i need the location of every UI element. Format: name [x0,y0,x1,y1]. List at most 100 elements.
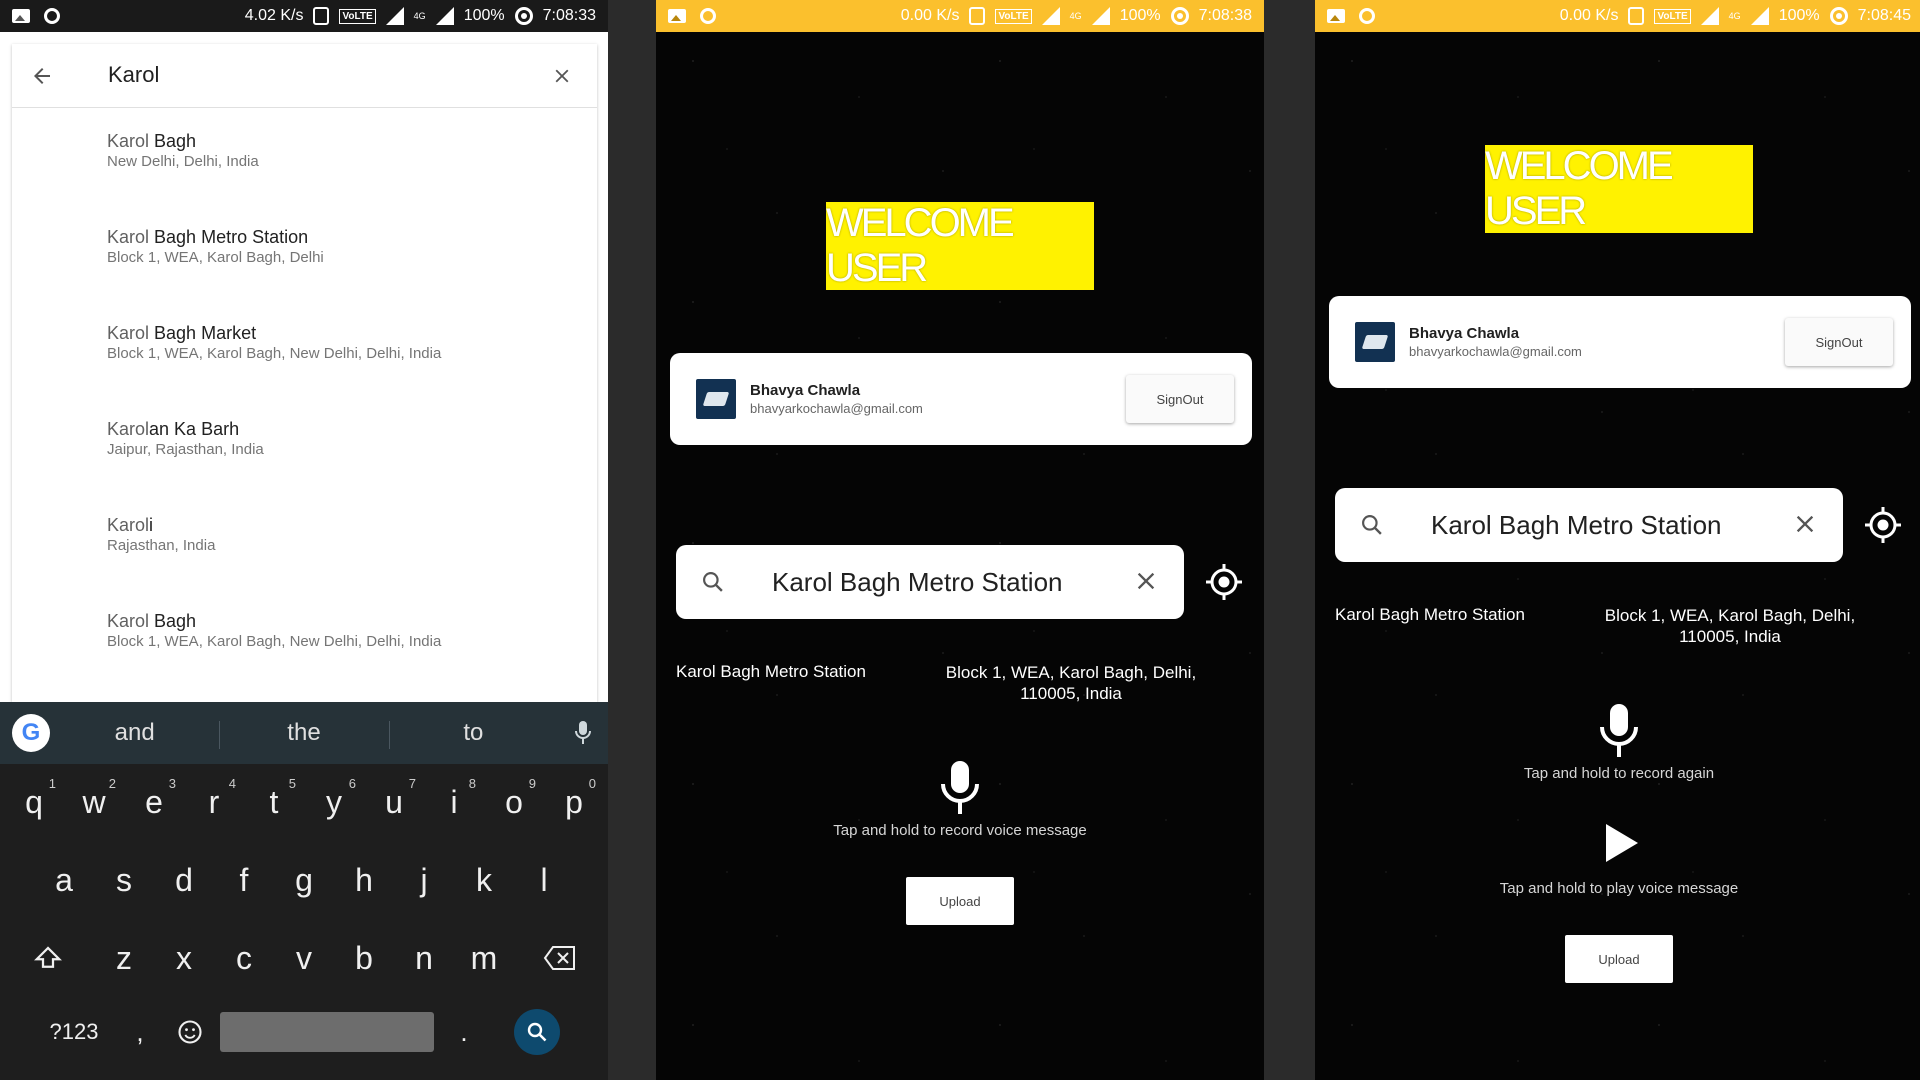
mic-icon[interactable] [1597,703,1641,759]
vibrate-icon [969,7,986,25]
status-bar: 0.00 K/s VoLTE 4G 100% 7:08:38 [656,0,1264,32]
space-key[interactable] [220,1012,434,1052]
signal-4g-icon [1750,7,1769,25]
clock: 7:08:45 [1857,7,1911,24]
period-key[interactable]: . [434,1002,494,1062]
play-icon[interactable] [1606,824,1638,862]
comma-key[interactable]: , [120,1002,160,1062]
google-logo-icon[interactable]: G [12,714,50,752]
shift-key[interactable] [2,928,94,988]
key-z[interactable]: z [94,928,154,988]
list-item[interactable]: Karol Bagh New Delhi, Delhi, India [12,108,597,204]
search-input[interactable]: Karol Bagh Metro Station [1431,510,1722,541]
phone-screen-playback: 0.00 K/s VoLTE 4G 100% 7:08:45 WELCOME U… [1315,0,1920,1080]
user-email: bhavyarkochawla@gmail.com [750,401,923,416]
place-address: Block 1, WEA, Karol Bagh, Delhi, 110005,… [1604,606,1856,646]
key-d[interactable]: d [154,850,214,910]
volte-badge: VoLTE [339,8,376,24]
key-s[interactable]: s [94,850,154,910]
place-name: Karol Bagh Metro Station [676,662,866,681]
upload-button[interactable]: Upload [1565,935,1673,983]
network-type: 4G [413,11,426,21]
list-item[interactable]: Karol Bagh Block 1, WEA, Karol Bagh, New… [12,588,597,684]
key-k[interactable]: k [454,850,514,910]
key-f[interactable]: f [214,850,274,910]
upload-button[interactable]: Upload [906,877,1014,925]
key-c[interactable]: c [214,928,274,988]
list-item[interactable]: Karol Bagh Market Block 1, WEA, Karol Ba… [12,300,597,396]
battery-level: 100% [463,7,505,24]
suggestion-1[interactable]: and [50,719,219,747]
key-j[interactable]: j [394,850,454,910]
result-title: Karol Bagh Metro Station [107,227,309,247]
gallery-notification-icon [1327,9,1345,23]
key-l[interactable]: l [514,850,574,910]
close-icon[interactable] [1132,567,1160,595]
key-t[interactable]: t5 [244,772,304,832]
place-autocomplete-card: Karol Karol Bagh New Delhi, Delhi, India… [12,44,597,702]
key-g[interactable]: g [274,850,334,910]
signout-button[interactable]: SignOut [1785,318,1893,366]
close-icon [555,69,569,83]
key-m[interactable]: m [454,928,514,988]
list-item[interactable]: Karolan Ka Barh Jaipur, Rajasthan, India [12,396,597,492]
search-input[interactable]: Karol [108,62,159,88]
close-icon[interactable] [1791,510,1819,538]
key-e[interactable]: e3 [124,772,184,832]
key-u[interactable]: u7 [364,772,424,832]
record-hint: Tap and hold to record voice message [833,822,1087,839]
mic-icon[interactable] [938,760,982,816]
status-bar: 4.02 K/s VoLTE 4G 100% 7:08:33 [0,0,608,32]
shift-icon [34,946,62,968]
key-v[interactable]: v [274,928,334,988]
place-search-box[interactable]: Karol Bagh Metro Station [1335,488,1843,562]
locate-icon[interactable] [1863,505,1903,545]
clear-search-button[interactable] [547,61,577,91]
suggestion-2[interactable]: the [219,719,388,749]
back-button[interactable] [12,44,72,108]
result-title: Karol Bagh [107,611,197,631]
key-p[interactable]: p0 [544,772,604,832]
result-title: Karoli [107,515,154,535]
key-w[interactable]: w2 [64,772,124,832]
backspace-key[interactable] [514,928,606,988]
soft-keyboard: q1 w2 e3 r4 t5 y6 u7 i8 o9 p0 a s d f g … [0,764,608,1080]
search-input[interactable]: Karol Bagh Metro Station [772,567,1063,598]
key-n[interactable]: n [394,928,454,988]
keyboard-row-4: ?123 , . [0,1002,608,1062]
suggestion-3[interactable]: to [388,719,558,749]
phone-screen-search: 4.02 K/s VoLTE 4G 100% 7:08:33 Karol Kar… [0,0,608,1080]
result-title: Karolan Ka Barh [107,419,240,439]
key-h[interactable]: h [334,850,394,910]
emoji-key[interactable] [160,1002,220,1062]
result-subtitle: New Delhi, Delhi, India [107,153,259,170]
key-b[interactable]: b [334,928,394,988]
keyboard-row-3: z x c v b n m [0,928,608,988]
locate-icon[interactable] [1204,562,1244,602]
key-o[interactable]: o9 [484,772,544,832]
voice-input-button[interactable] [558,720,608,746]
signal-icon [1041,7,1060,25]
result-subtitle: Jaipur, Rajasthan, India [107,441,264,458]
vibrate-icon [1628,7,1645,25]
list-item[interactable]: Karoli Rajasthan, India [12,492,597,588]
key-r[interactable]: r4 [184,772,244,832]
avatar [1355,322,1395,362]
symbols-key[interactable]: ?123 [28,1002,120,1062]
phone-screen-record: 0.00 K/s VoLTE 4G 100% 7:08:38 WELCOME U… [656,0,1264,1080]
emoji-icon [178,1020,202,1044]
key-a[interactable]: a [34,850,94,910]
list-item[interactable]: Karol Bagh Metro Station Block 1, WEA, K… [12,204,597,300]
key-i[interactable]: i8 [424,772,484,832]
place-search-box[interactable]: Karol Bagh Metro Station [676,545,1184,619]
network-type: 4G [1728,11,1741,21]
key-y[interactable]: y6 [304,772,364,832]
signal-icon [1700,7,1719,25]
result-title: Karol Bagh Market [107,323,257,343]
user-name: Bhavya Chawla [1409,325,1520,342]
signout-button[interactable]: SignOut [1126,375,1234,423]
key-q[interactable]: q1 [4,772,64,832]
sync-notification-icon [44,8,60,24]
search-enter-key[interactable] [514,1009,560,1055]
key-x[interactable]: x [154,928,214,988]
